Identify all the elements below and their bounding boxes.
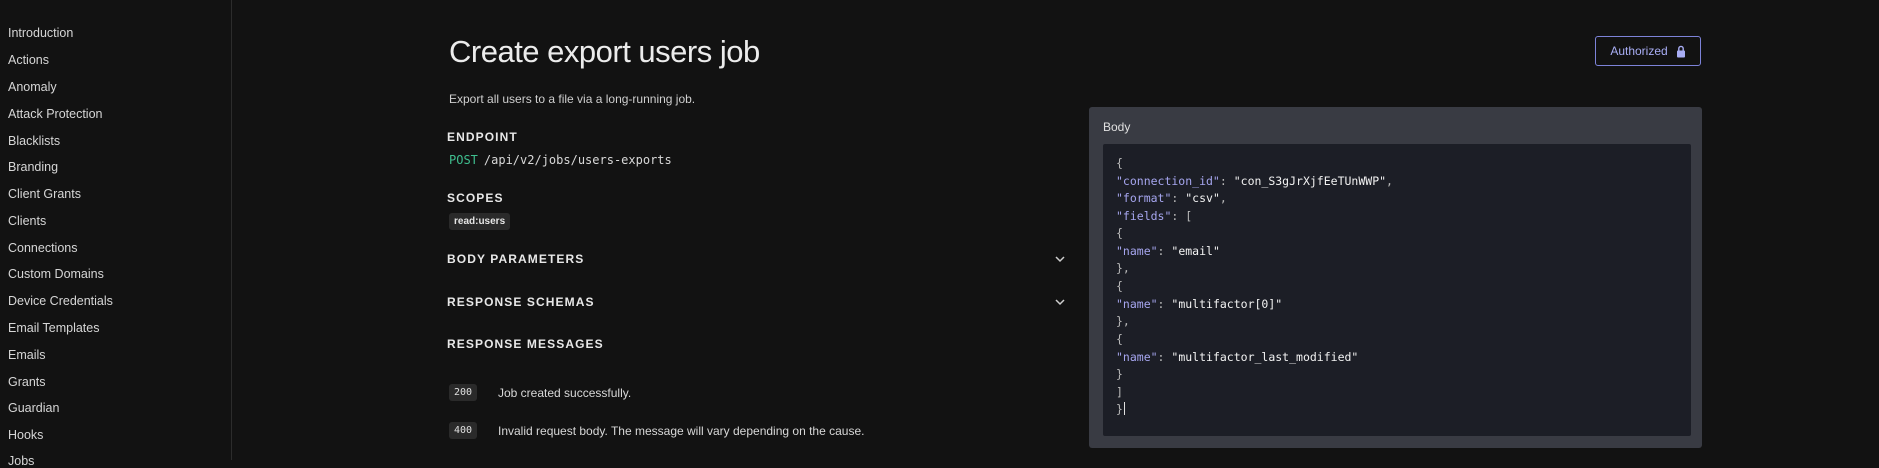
- endpoint-heading: ENDPOINT: [447, 130, 518, 144]
- authorized-label: Authorized: [1610, 44, 1668, 58]
- page-title: Create export users job: [449, 34, 760, 69]
- body-panel: Body { "connection_id": "con_S3gJrXjfEeT…: [1089, 107, 1702, 448]
- scopes-heading: SCOPES: [447, 191, 504, 205]
- code-line: ]: [1116, 385, 1123, 399]
- sidebar-item-anomaly[interactable]: Anomaly: [8, 80, 57, 94]
- body-label: Body: [1103, 120, 1131, 134]
- sidebar-item-emails[interactable]: Emails: [8, 348, 46, 362]
- body-editor[interactable]: { "connection_id": "con_S3gJrXjfEeTUnWWP…: [1103, 144, 1691, 436]
- response-messages-heading: RESPONSE MESSAGES: [447, 337, 604, 351]
- code-line: {: [1116, 279, 1123, 293]
- code-line: },: [1116, 261, 1130, 275]
- text-caret: [1123, 402, 1125, 415]
- page-description: Export all users to a file via a long-ru…: [449, 92, 696, 106]
- code-line: "name": "multifactor[0]": [1116, 297, 1283, 311]
- sidebar-item-attack-protection[interactable]: Attack Protection: [8, 107, 103, 121]
- sidebar-item-device-credentials[interactable]: Device Credentials: [8, 294, 113, 308]
- main-content: Create export users job Authorized Expor…: [232, 0, 1879, 460]
- code-line: "fields": [: [1116, 209, 1193, 223]
- authorized-button[interactable]: Authorized: [1595, 36, 1701, 66]
- chevron-down-icon[interactable]: [1052, 251, 1068, 267]
- sidebar-item-custom-domains[interactable]: Custom Domains: [8, 267, 104, 281]
- code-line: "connection_id": "con_S3gJrXjfEeTUnWWP",: [1116, 174, 1393, 188]
- sidebar-item-jobs[interactable]: Jobs: [8, 454, 34, 468]
- code-line: "format": "csv",: [1116, 191, 1227, 205]
- sidebar-item-hooks[interactable]: Hooks: [8, 428, 43, 442]
- code-line: },: [1116, 314, 1130, 328]
- code-line: }: [1116, 367, 1123, 381]
- sidebar-item-blacklists[interactable]: Blacklists: [8, 134, 60, 148]
- scope-badge: read:users: [449, 213, 511, 230]
- code-line: {: [1116, 332, 1123, 346]
- sidebar-item-grants[interactable]: Grants: [8, 375, 46, 389]
- body-parameters-heading[interactable]: BODY PARAMETERS: [447, 252, 584, 266]
- sidebar-item-clients[interactable]: Clients: [8, 214, 46, 228]
- sidebar-item-connections[interactable]: Connections: [8, 241, 78, 255]
- sidebar-item-introduction[interactable]: Introduction: [8, 26, 73, 40]
- sidebar-item-guardian[interactable]: Guardian: [8, 401, 59, 415]
- sidebar-item-email-templates[interactable]: Email Templates: [8, 321, 99, 335]
- lock-icon: [1676, 45, 1685, 57]
- chevron-down-icon[interactable]: [1052, 294, 1068, 310]
- response-schemas-heading[interactable]: RESPONSE SCHEMAS: [447, 295, 595, 309]
- code-line: {: [1116, 226, 1123, 240]
- status-code-badge: 200: [449, 384, 478, 401]
- code-line: {: [1116, 156, 1123, 170]
- sidebar: Introduction Actions Anomaly Attack Prot…: [0, 0, 232, 468]
- endpoint: POST/api/v2/jobs/users-exports: [449, 153, 672, 167]
- status-message: Invalid request body. The message will v…: [498, 424, 865, 438]
- http-method: POST: [449, 153, 478, 167]
- sidebar-item-branding[interactable]: Branding: [8, 160, 58, 174]
- code-line: "name": "email": [1116, 244, 1220, 258]
- code-line: "name": "multifactor_last_modified": [1116, 350, 1359, 364]
- sidebar-item-client-grants[interactable]: Client Grants: [8, 187, 81, 201]
- status-message: Job created successfully.: [498, 386, 632, 400]
- endpoint-path: /api/v2/jobs/users-exports: [483, 153, 672, 167]
- status-code-badge: 400: [449, 422, 478, 439]
- sidebar-item-actions[interactable]: Actions: [8, 53, 49, 67]
- code-line: }: [1116, 402, 1125, 416]
